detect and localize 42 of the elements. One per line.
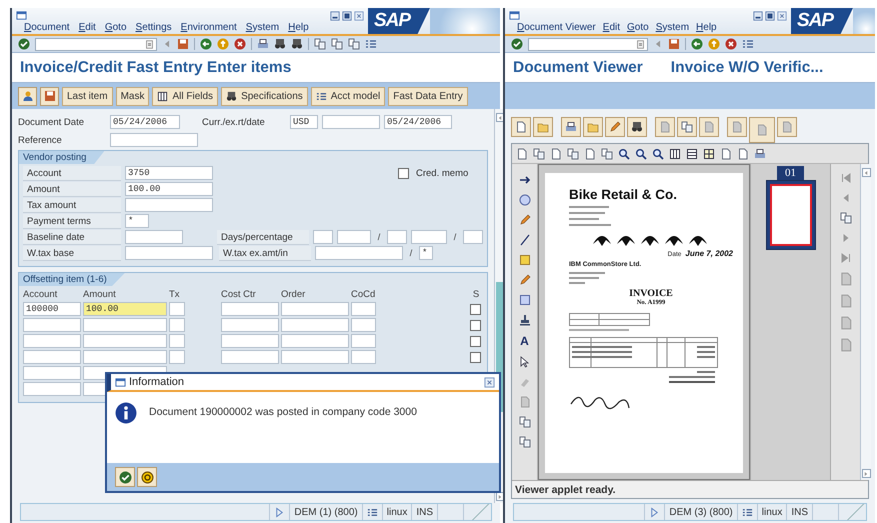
page-number: 01	[777, 166, 804, 180]
field-label: Tax amount	[23, 198, 121, 212]
screen-title: Invoice/Credit Fast Entry Enter items	[20, 58, 292, 76]
invoice-heading: INVOICE	[629, 288, 673, 299]
field-label: W.tax ex.amt/in	[219, 246, 311, 260]
screen-title: Document Viewer	[513, 58, 643, 76]
group-title: Vendor posting	[19, 151, 104, 164]
separator-text: /	[452, 232, 458, 242]
status-message: Viewer applet ready.	[515, 484, 616, 496]
separator-text: /	[408, 248, 414, 258]
server-name: linux	[756, 504, 786, 520]
column-header: Tx	[169, 288, 181, 300]
server-name: linux	[382, 504, 412, 520]
separator-text: /	[376, 232, 382, 242]
field-label: Amount	[23, 182, 121, 196]
group-title: Offsetting item (1-6)	[19, 273, 125, 286]
screen-subtitle: Invoice W/O Verific...	[670, 58, 824, 76]
column-header: Account	[23, 288, 58, 300]
invoice-date: June 7, 2002	[685, 249, 733, 258]
field-label: W.tax base	[23, 246, 121, 260]
field-label: Baseline date	[23, 230, 121, 244]
logo: SAP	[791, 8, 853, 34]
field-label: Reference	[18, 134, 63, 146]
field-label: Payment terms	[23, 214, 121, 228]
dialog-message: Document 190000002 was posted in company code 3000	[149, 406, 417, 418]
session-info: DEM (3) (800)	[664, 504, 737, 520]
field-label: Account	[23, 166, 121, 180]
input-mode: INS	[411, 504, 437, 520]
field-label: Curr./ex.rt/date	[202, 116, 266, 128]
column-header: Amount	[83, 288, 117, 300]
session-info: DEM (1) (800)	[289, 504, 362, 520]
company-name: Bike Retail & Co.	[569, 187, 678, 202]
column-header: CoCd	[351, 288, 376, 300]
input-mode: INS	[786, 504, 812, 520]
checkbox-label: Cred. memo	[415, 168, 470, 178]
column-header: Order	[281, 288, 306, 300]
dialog-title: Information	[129, 376, 186, 388]
column-header: Cost Ctr	[221, 288, 257, 300]
field-label: Document Date	[18, 116, 86, 128]
field-label: Days/percentage	[217, 230, 309, 244]
column-header: S	[472, 288, 480, 300]
logo: SAP	[368, 8, 430, 34]
